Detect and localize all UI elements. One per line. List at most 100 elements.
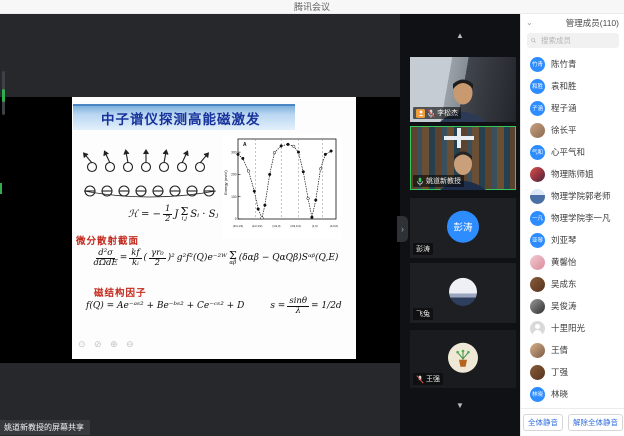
participant-name: 物理学院李一凡 <box>551 212 611 224</box>
panel-collapse-icon[interactable]: ⌄ <box>526 18 533 27</box>
member-search[interactable] <box>527 33 619 48</box>
participant-name: 吴成东 <box>551 278 577 290</box>
participant-avatar <box>530 255 545 270</box>
dispersion-chart: 0100200300AEnergy (meV)(3/4,1/4)(1/2,1/2… <box>222 135 342 239</box>
participant-avatar: 一凡 <box>530 211 545 226</box>
participant-avatar <box>530 277 545 292</box>
participant-row[interactable]: 亚琴刘亚琴 <box>521 229 624 251</box>
video-tile[interactable]: 王强 <box>410 330 516 388</box>
participant-name: 林晓 <box>551 388 568 400</box>
participant-row[interactable]: 王倩 <box>521 339 624 361</box>
video-tile[interactable]: 姚道新教授 <box>410 126 516 190</box>
participant-avatar <box>530 167 545 182</box>
stage-scrollbar[interactable] <box>2 71 5 115</box>
svg-text:(1/2,0): (1/2,0) <box>272 224 280 228</box>
meeting-window: 腾讯会议 中子谱仪探测高能磁激发 <box>0 0 624 436</box>
participant-row[interactable]: 一凡物理学院李一凡 <box>521 207 624 229</box>
participant-name: 黄馨怡 <box>551 256 577 268</box>
participant-name: 物理陈师姐 <box>551 168 594 180</box>
cross-section-label: 微分散射截面 <box>76 233 139 247</box>
window-light <box>457 128 461 148</box>
panel-footer: 全体静音 解除全体静音 <box>521 408 624 436</box>
svg-text:A: A <box>243 142 247 148</box>
participant-row[interactable]: 丁强 <box>521 361 624 383</box>
cross-section-formula: d²σdΩdE = k𝑓kᵢ ( γr₀2 )² g²f²(Q)e⁻²ᵂ Σαβ… <box>82 249 350 268</box>
svg-text:0: 0 <box>235 217 237 221</box>
more-down-icon[interactable]: ▼ <box>400 401 520 410</box>
participant-name: 刘亚琴 <box>551 234 577 246</box>
host-badge-icon <box>416 109 425 118</box>
participant-row[interactable]: 子涵程子涵 <box>521 97 624 119</box>
participant-row[interactable]: 徐长平 <box>521 119 624 141</box>
video-tile[interactable]: 李松杰 <box>410 57 516 122</box>
mute-all-button[interactable]: 全体静音 <box>523 414 563 431</box>
participant-name: 王倩 <box>551 344 568 356</box>
participant-name: 程子涵 <box>551 102 577 114</box>
svg-text:(3/4,1/4): (3/4,1/4) <box>233 224 243 228</box>
window-title: 腾讯会议 <box>294 0 330 13</box>
member-search-input[interactable] <box>539 35 615 46</box>
participant-avatar <box>530 365 545 380</box>
screen-share-stage: 中子谱仪探测高能磁激发 <box>0 13 400 436</box>
participant-avatar <box>530 299 545 314</box>
participant-row[interactable]: 十里阳光 <box>521 317 624 339</box>
svg-text:(1,0): (1,0) <box>312 224 318 228</box>
participant-name: 丁强 <box>551 366 568 378</box>
slide-title: 中子谱仪探测高能磁激发 <box>73 108 261 128</box>
participant-name: 心平气和 <box>551 146 585 158</box>
mic-on-icon <box>416 177 424 186</box>
video-tile-name: 姚道新教授 <box>426 176 461 186</box>
participant-name: 物理学院郭老师 <box>551 190 611 202</box>
hamiltonian-formula: ℋ = − 12 J Σi,j Sᵢ · Sⱼ <box>128 205 218 224</box>
avatar: 彭涛 <box>447 211 479 243</box>
video-tile-name: 李松杰 <box>437 108 458 118</box>
form-factor-formula: f(Q) = Ae⁻ᵃˢ² + Be⁻ᵇˢ² + Ce⁻ᶜˢ² + D s = … <box>86 297 350 316</box>
participant-name: 陈竹青 <box>551 58 577 70</box>
participant-avatar: 和胜 <box>530 79 545 94</box>
participant-avatar: 竹青 <box>530 57 545 72</box>
video-tile[interactable]: 飞兔 <box>410 263 516 323</box>
participant-avatar: 子涵 <box>530 101 545 116</box>
svg-text:300: 300 <box>231 150 237 154</box>
participant-row[interactable]: 气和心平气和 <box>521 141 624 163</box>
svg-text:(1/2,0): (1/2,0) <box>330 224 338 228</box>
participant-row[interactable]: 吴俊涛 <box>521 295 624 317</box>
participant-list: 竹青陈竹青和胜袁和胜子涵程子涵徐长平气和心平气和物理陈师姐物理学院郭老师一凡物理… <box>521 53 624 409</box>
participant-avatar <box>530 189 545 204</box>
avatar <box>448 343 478 373</box>
share-banner: 姚道新教授的屏幕共享 <box>0 420 90 435</box>
spin-diagram <box>82 147 218 205</box>
svg-text:Energy (meV): Energy (meV) <box>223 170 228 195</box>
participant-row[interactable]: 物理陈师姐 <box>521 163 624 185</box>
stage-scrollbar-thumb[interactable] <box>2 89 5 102</box>
svg-text:200: 200 <box>231 173 237 177</box>
members-panel: ⌄ 管理成员(110) 竹青陈竹青和胜袁和胜子涵程子涵徐长平气和心平气和物理陈师… <box>520 13 624 436</box>
video-tile-name: 飞兔 <box>416 309 430 319</box>
participant-row[interactable]: 和胜袁和胜 <box>521 75 624 97</box>
participant-avatar <box>530 343 545 358</box>
participant-avatar <box>530 123 545 138</box>
mic-muted-icon <box>427 109 435 118</box>
avatar <box>449 278 477 306</box>
participant-row[interactable]: 物理学院郭老师 <box>521 185 624 207</box>
annotation-toolbar: ⊙ ⊘ ⊕ ⊖ <box>78 339 137 350</box>
participant-row[interactable]: 黄馨怡 <box>521 251 624 273</box>
unmute-all-button[interactable]: 解除全体静音 <box>568 414 623 431</box>
participant-row[interactable]: 竹青陈竹青 <box>521 53 624 75</box>
svg-text:100: 100 <box>231 195 237 199</box>
participant-avatar: 气和 <box>530 145 545 160</box>
edge-indicator <box>0 183 2 194</box>
panel-title: 管理成员(110) <box>566 17 619 29</box>
strip-expand-handle[interactable]: › <box>397 216 408 242</box>
participant-avatar: 亚琴 <box>530 233 545 248</box>
video-tile-name: 王强 <box>426 374 440 384</box>
participant-avatar <box>530 321 545 336</box>
video-tile-name: 彭涛 <box>416 244 430 254</box>
collapse-up-icon[interactable]: ▲ <box>400 31 520 40</box>
participant-row[interactable]: 吴成东 <box>521 273 624 295</box>
shared-slide: 中子谱仪探测高能磁激发 <box>72 97 356 359</box>
video-strip: ▲ 李松杰 <box>400 13 520 436</box>
search-icon <box>531 37 536 44</box>
participant-row[interactable]: 林晓林晓 <box>521 383 624 405</box>
video-tile[interactable]: 彭涛 彭涛 <box>410 198 516 258</box>
